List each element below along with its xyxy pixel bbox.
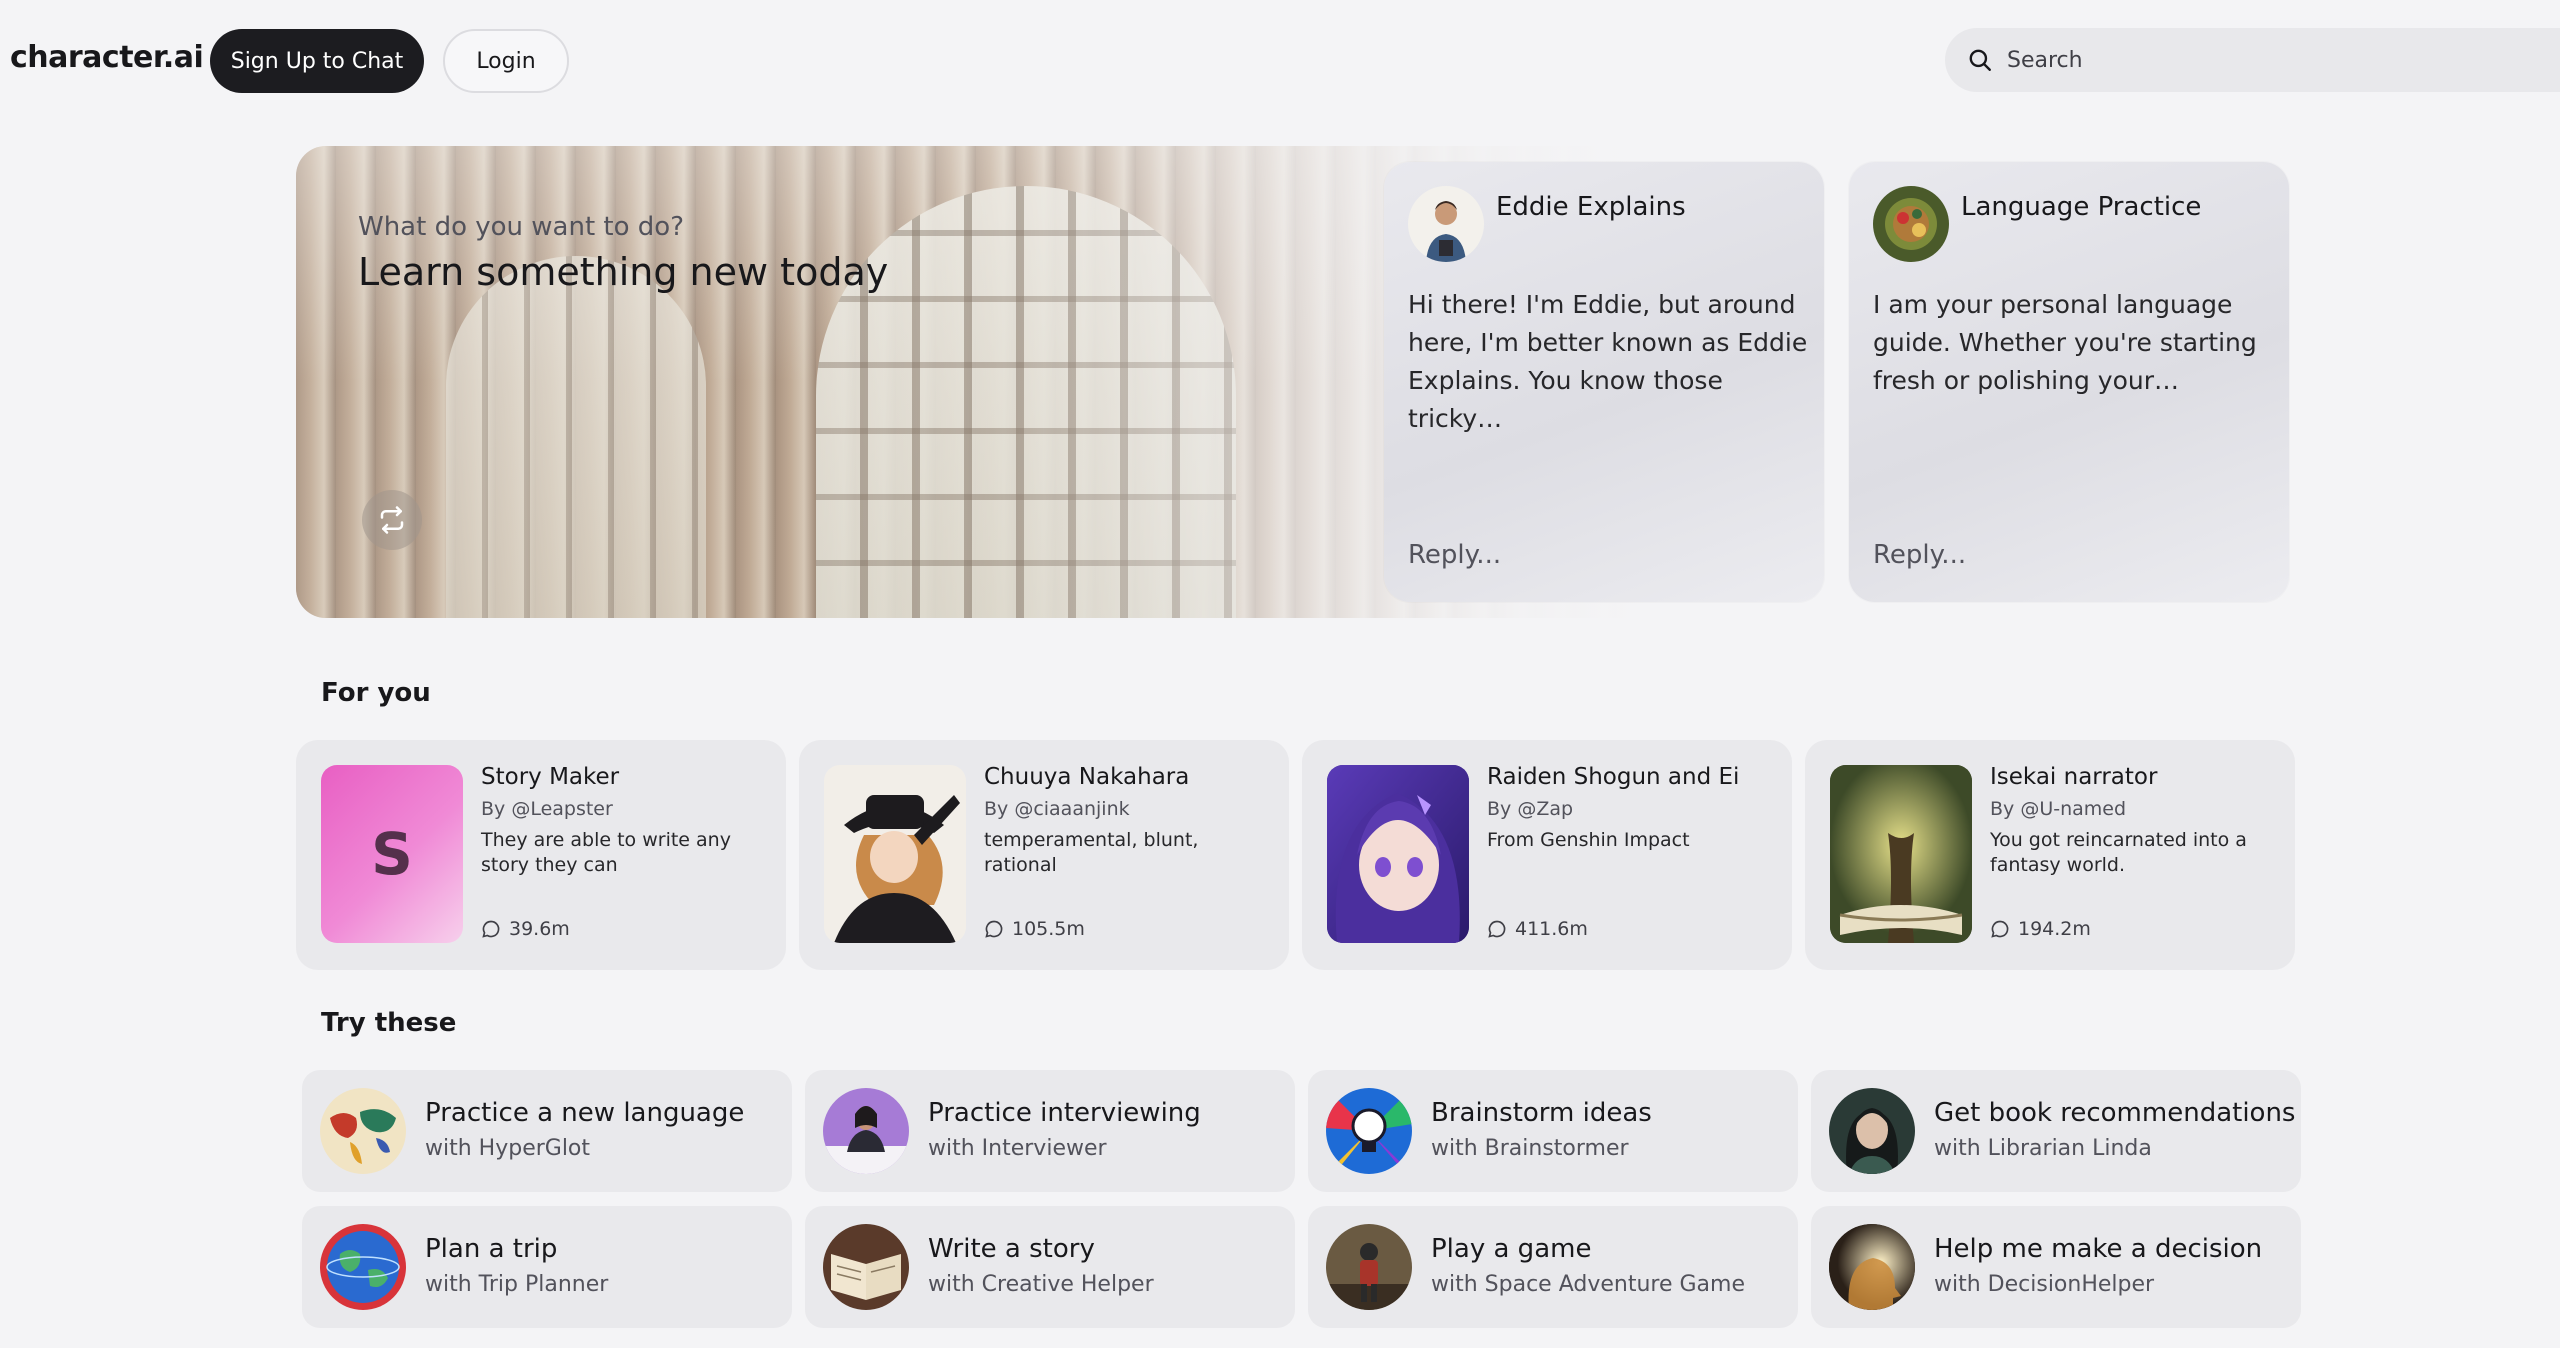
avatar (1873, 186, 1949, 262)
try-title: Plan a trip (425, 1234, 558, 1264)
lightbulb-icon (1326, 1088, 1412, 1174)
reply-field[interactable]: Reply... (1873, 540, 1966, 570)
try-subtitle: with Trip Planner (425, 1272, 609, 1297)
character-name: Isekai narrator (1990, 764, 2158, 790)
try-card-practice-language[interactable]: Practice a new language with HyperGlot (302, 1070, 792, 1192)
try-subtitle: with Creative Helper (928, 1272, 1154, 1297)
interviewer-icon (823, 1088, 909, 1174)
search-bar[interactable] (1945, 28, 2560, 92)
character-author[interactable]: By @Leapster (481, 798, 613, 820)
character-card-chuuya[interactable]: Chuuya Nakahara By @ciaaanjink temperame… (799, 740, 1289, 970)
try-subtitle: with DecisionHelper (1934, 1272, 2155, 1297)
chat-count: 39.6m (481, 918, 570, 940)
try-subtitle: with Space Adventure Game (1431, 1272, 1745, 1297)
character-description: temperamental, blunt, rational (984, 829, 1199, 876)
character-name: Language Practice (1961, 192, 2202, 222)
try-title: Get book recommendations (1934, 1098, 2296, 1128)
try-card-play-game[interactable]: Play a game with Space Adventure Game (1308, 1206, 1798, 1328)
character-description: From Genshin Impact (1487, 829, 1690, 851)
character-name: Raiden Shogun and Ei (1487, 764, 1740, 790)
search-icon (1969, 49, 1991, 71)
chat-bubble-icon (985, 920, 1003, 938)
character-author[interactable]: By @Zap (1487, 798, 1573, 820)
signup-button[interactable]: Sign Up to Chat (210, 29, 424, 93)
suggestion-card-language[interactable]: Language Practice I am your personal lan… (1849, 162, 2289, 602)
character-name: Story Maker (481, 764, 620, 790)
try-subtitle: with Interviewer (928, 1136, 1107, 1161)
try-title: Help me make a decision (1934, 1234, 2263, 1264)
character-greeting: Hi there! I'm Eddie, but around here, I'… (1408, 290, 1808, 433)
character-card-isekai[interactable]: Isekai narrator By @U-named You got rein… (1805, 740, 2295, 970)
character-description: You got reincarnated into a fantasy worl… (1990, 829, 2247, 876)
login-button[interactable]: Login (443, 29, 569, 93)
librarian-icon (1829, 1088, 1915, 1174)
try-title: Play a game (1431, 1234, 1592, 1264)
reply-field[interactable]: Reply... (1408, 540, 1501, 570)
character-name: Chuuya Nakahara (984, 764, 1190, 790)
character-author[interactable]: By @ciaaanjink (984, 798, 1130, 820)
suggestion-card-eddie[interactable]: Eddie Explains Hi there! I'm Eddie, but … (1384, 162, 1824, 602)
try-title: Practice a new language (425, 1098, 745, 1128)
character-thumbnail (824, 765, 966, 943)
character-thumbnail (1327, 765, 1469, 943)
globe-icon (320, 1224, 406, 1310)
top-bar: character.ai Sign Up to Chat Login (0, 0, 2560, 120)
try-title: Write a story (928, 1234, 1095, 1264)
character-name: Eddie Explains (1496, 192, 1686, 222)
try-card-brainstorm[interactable]: Brainstorm ideas with Brainstormer (1308, 1070, 1798, 1192)
try-subtitle: with Librarian Linda (1934, 1136, 2152, 1161)
shuffle-button[interactable] (362, 490, 422, 550)
chat-bubble-icon (1488, 920, 1506, 938)
hero-heading: Learn something new today (358, 250, 889, 294)
try-card-plan-trip[interactable]: Plan a trip with Trip Planner (302, 1206, 792, 1328)
chat-count: 411.6m (1487, 918, 1588, 940)
chat-bubble-icon (1991, 920, 2009, 938)
character-description: They are able to write any story they ca… (481, 829, 731, 876)
logo[interactable]: character.ai (10, 40, 204, 75)
character-card-story-maker[interactable]: S Story Maker By @Leapster They are able… (296, 740, 786, 970)
try-card-book-recommendations[interactable]: Get book recommendations with Librarian … (1811, 1070, 2301, 1192)
hero-question: What do you want to do? (358, 212, 685, 242)
chat-count: 105.5m (984, 918, 1085, 940)
avatar (1408, 186, 1484, 262)
try-card-decision[interactable]: Help me make a decision with DecisionHel… (1811, 1206, 2301, 1328)
character-author[interactable]: By @U-named (1990, 798, 2126, 820)
try-title: Practice interviewing (928, 1098, 1201, 1128)
world-map-icon (320, 1088, 406, 1174)
try-card-write-story[interactable]: Write a story with Creative Helper (805, 1206, 1295, 1328)
chat-count: 194.2m (1990, 918, 2091, 940)
search-input[interactable] (2007, 47, 2527, 73)
open-book-icon (823, 1224, 909, 1310)
chat-bubble-icon (482, 920, 500, 938)
shuffle-icon (380, 506, 404, 534)
try-card-practice-interviewing[interactable]: Practice interviewing with Interviewer (805, 1070, 1295, 1192)
character-thumbnail (1830, 765, 1972, 943)
character-initial: S (371, 820, 413, 888)
character-greeting: I am your personal language guide. Wheth… (1873, 290, 2257, 395)
try-title: Brainstorm ideas (1431, 1098, 1652, 1128)
try-subtitle: with HyperGlot (425, 1136, 591, 1161)
for-you-title: For you (321, 678, 431, 708)
try-these-title: Try these (321, 1008, 457, 1038)
character-thumbnail: S (321, 765, 463, 943)
astronaut-icon (1326, 1224, 1412, 1310)
try-subtitle: with Brainstormer (1431, 1136, 1629, 1161)
thinking-head-icon (1829, 1224, 1915, 1310)
character-card-raiden[interactable]: Raiden Shogun and Ei By @Zap From Genshi… (1302, 740, 1792, 970)
